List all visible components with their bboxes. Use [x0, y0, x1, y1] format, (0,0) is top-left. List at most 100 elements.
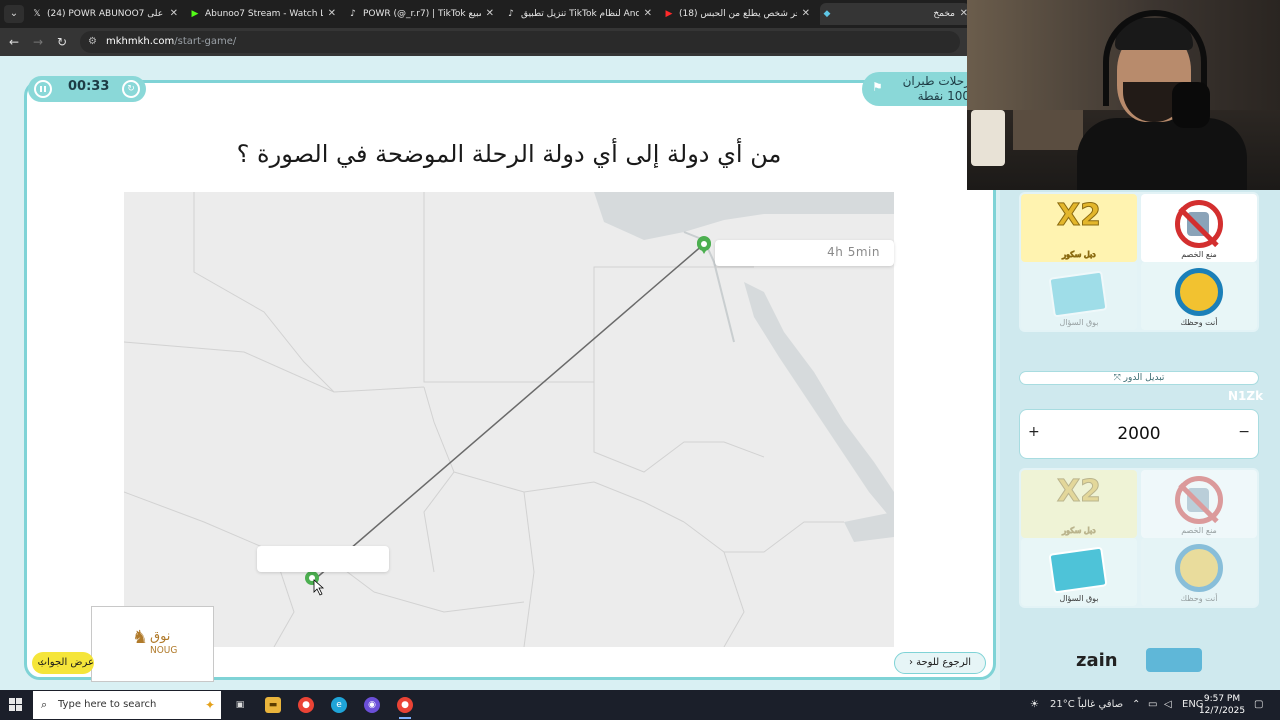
tab-favicon-icon: ▶	[191, 9, 199, 19]
search-icon: ⌕	[41, 698, 48, 711]
question-text: من أي دولة إلى أي دولة الرحلة الموضحة في…	[236, 140, 782, 168]
cards-icon	[1048, 546, 1108, 594]
wheel-icon	[1175, 544, 1223, 592]
category-points: 100 نقطة	[917, 89, 970, 103]
chrome-icon[interactable]: ●	[298, 697, 314, 713]
lifeline-block-opponent[interactable]: منع الخصم	[1141, 194, 1257, 262]
back-to-board-button[interactable]: الرجوع للوحة ‹	[894, 652, 986, 674]
tab-search-icon[interactable]: ⌄	[4, 5, 24, 23]
address-bar[interactable]: ⚙ mkhmkh.com/start-game/	[80, 31, 960, 53]
windows-taskbar: ⌕ Type here to search ✦ ▣ ▬ ● e ◉ ● ☀ 21…	[0, 690, 1280, 720]
lifeline-luck-wheel[interactable]: أنت وحظك	[1141, 538, 1257, 606]
tab-favicon-icon: ◆	[823, 9, 831, 19]
gulf-shape	[844, 512, 894, 542]
tab-favicon-icon: 𝕏	[33, 9, 41, 19]
cursor-icon	[313, 579, 325, 596]
network-icon[interactable]: ▭	[1148, 690, 1157, 720]
lifeline-caption: منع الخصم	[1181, 526, 1217, 535]
lifeline-caption: منع الخصم	[1181, 250, 1217, 259]
ban-icon	[1175, 200, 1223, 248]
site-info-icon[interactable]: ⚙	[88, 31, 97, 53]
taskbar-search-input[interactable]: ⌕ Type here to search ✦	[33, 691, 221, 719]
browser-tab[interactable]: ▶ Abunoo7 Stream - Watch Live on ✕	[188, 3, 338, 25]
tab-title: (18) اخر شخص يطلع من الحبس	[679, 9, 797, 19]
wheel-icon	[1175, 268, 1223, 316]
tab-favicon-icon: ♪	[508, 9, 514, 19]
task-view-icon[interactable]: ▣	[232, 697, 248, 713]
tab-title: POWR (@_r.r7) | TikTok أبو سبيع	[363, 9, 481, 19]
reload-icon[interactable]: ↻	[53, 33, 71, 51]
origin-label-box	[257, 546, 389, 572]
lifeline-call-question[interactable]: بوق السؤال	[1021, 262, 1137, 330]
clock-date: 12/7/2025	[1198, 706, 1246, 716]
tab-title: Abunoo7 Stream - Watch Live on	[205, 9, 323, 19]
flag-icon[interactable]: ⚑	[872, 80, 883, 94]
windows-start-icon[interactable]	[9, 698, 23, 712]
close-icon[interactable]: ✕	[802, 3, 810, 25]
discord-icon[interactable]: ◉	[364, 697, 380, 713]
tab-favicon-icon: ▶	[665, 9, 673, 19]
tab-title: (24) POWR ABUNOO7 على X: "	[47, 9, 165, 19]
search-placeholder: Type here to search	[58, 699, 157, 710]
browser-tab[interactable]: ♪ تنزيل تطبيق TikTok لنظام Android ✕	[504, 3, 654, 25]
pause-icon[interactable]	[34, 80, 52, 98]
shelf-object	[1013, 110, 1083, 150]
sponsor-logo-noug: ♞ نوق NOUG	[91, 606, 214, 682]
clock-time: 9:57 PM	[1203, 694, 1241, 704]
forward-arrow-icon[interactable]: →	[29, 33, 47, 51]
camel-icon: ♞	[132, 627, 149, 648]
tab-title: تنزيل تطبيق TikTok لنظام Android	[521, 9, 639, 19]
swap-icon: ⤧	[1113, 373, 1121, 383]
team-score-box: + 2000 −	[1019, 409, 1259, 459]
timer: 00:33 ↻	[28, 76, 146, 102]
team-name: N1Zk	[1228, 389, 1264, 403]
lifeline-caption: أنت وحظك	[1180, 594, 1218, 603]
decrease-score-button[interactable]: −	[1238, 424, 1250, 440]
browser-tab-active[interactable]: ◆ مخمخ ✕	[820, 3, 970, 25]
lifeline-caption: دبل سكور	[1062, 250, 1097, 260]
swap-turn-button[interactable]: تبديل الدور ⤧	[1019, 371, 1259, 385]
close-icon[interactable]: ✕	[644, 3, 652, 25]
ban-icon	[1175, 476, 1223, 524]
weather-icon[interactable]: ☀	[1030, 690, 1039, 720]
sparkle-icon: ✦	[204, 698, 215, 712]
clock[interactable]: 9:57 PM 12/7/2025	[1196, 693, 1248, 717]
lifeline-caption: بوق السؤال	[1059, 318, 1099, 327]
lifeline-caption: أنت وحظك	[1180, 318, 1218, 327]
chevron-left-icon: ‹	[908, 657, 913, 668]
lifelines-team-two: X2 دبل سكور منع الخصم بوق السؤال أنت وحظ…	[1019, 468, 1259, 608]
logo-text-en: NOUG	[150, 645, 178, 656]
webcam-overlay	[967, 0, 1280, 190]
lifeline-caption: دبل سكور	[1062, 526, 1097, 536]
timer-value: 00:33	[68, 79, 110, 94]
show-answer-button[interactable]: ‹ عرض الجواب	[32, 652, 94, 674]
notifications-icon[interactable]: ▢	[1254, 690, 1263, 720]
tab-title: مخمخ	[933, 9, 955, 19]
edge-icon[interactable]: e	[331, 697, 347, 713]
lamp-object	[971, 110, 1005, 166]
browser-tab[interactable]: ▶ (18) اخر شخص يطلع من الحبس ✕	[662, 3, 812, 25]
lifeline-double-score[interactable]: X2 دبل سكور	[1021, 470, 1137, 538]
chrome-active-icon[interactable]: ●	[397, 697, 413, 719]
close-icon[interactable]: ✕	[328, 3, 336, 25]
volume-icon[interactable]: ◁	[1164, 690, 1172, 720]
red-sea-shape	[744, 282, 894, 522]
chevron-left-icon: ‹	[40, 657, 44, 668]
lifeline-double-score[interactable]: X2 دبل سكور	[1021, 194, 1137, 262]
file-explorer-icon[interactable]: ▬	[265, 697, 281, 713]
lifeline-block-opponent[interactable]: منع الخصم	[1141, 470, 1257, 538]
lifeline-luck-wheel[interactable]: أنت وحظك	[1141, 262, 1257, 330]
browser-tab[interactable]: ♪ POWR (@_r.r7) | TikTok أبو سبيع ✕	[346, 3, 496, 25]
close-icon[interactable]: ✕	[486, 3, 494, 25]
streamer-body	[1077, 118, 1247, 190]
reset-timer-icon[interactable]: ↻	[122, 80, 140, 98]
back-arrow-icon[interactable]: ←	[5, 33, 23, 51]
swap-turn-label: تبديل الدور	[1123, 373, 1165, 383]
flight-route-line	[313, 243, 705, 581]
weather-text: 21°C صافي غالباً	[1050, 699, 1124, 710]
close-icon[interactable]: ✕	[170, 3, 178, 25]
microphone-icon	[1172, 82, 1210, 128]
browser-tab[interactable]: 𝕏 (24) POWR ABUNOO7 على X: " ✕	[30, 3, 180, 25]
tray-chevron-icon[interactable]: ⌃	[1132, 690, 1140, 720]
lifeline-call-question[interactable]: بوق السؤال	[1021, 538, 1137, 606]
